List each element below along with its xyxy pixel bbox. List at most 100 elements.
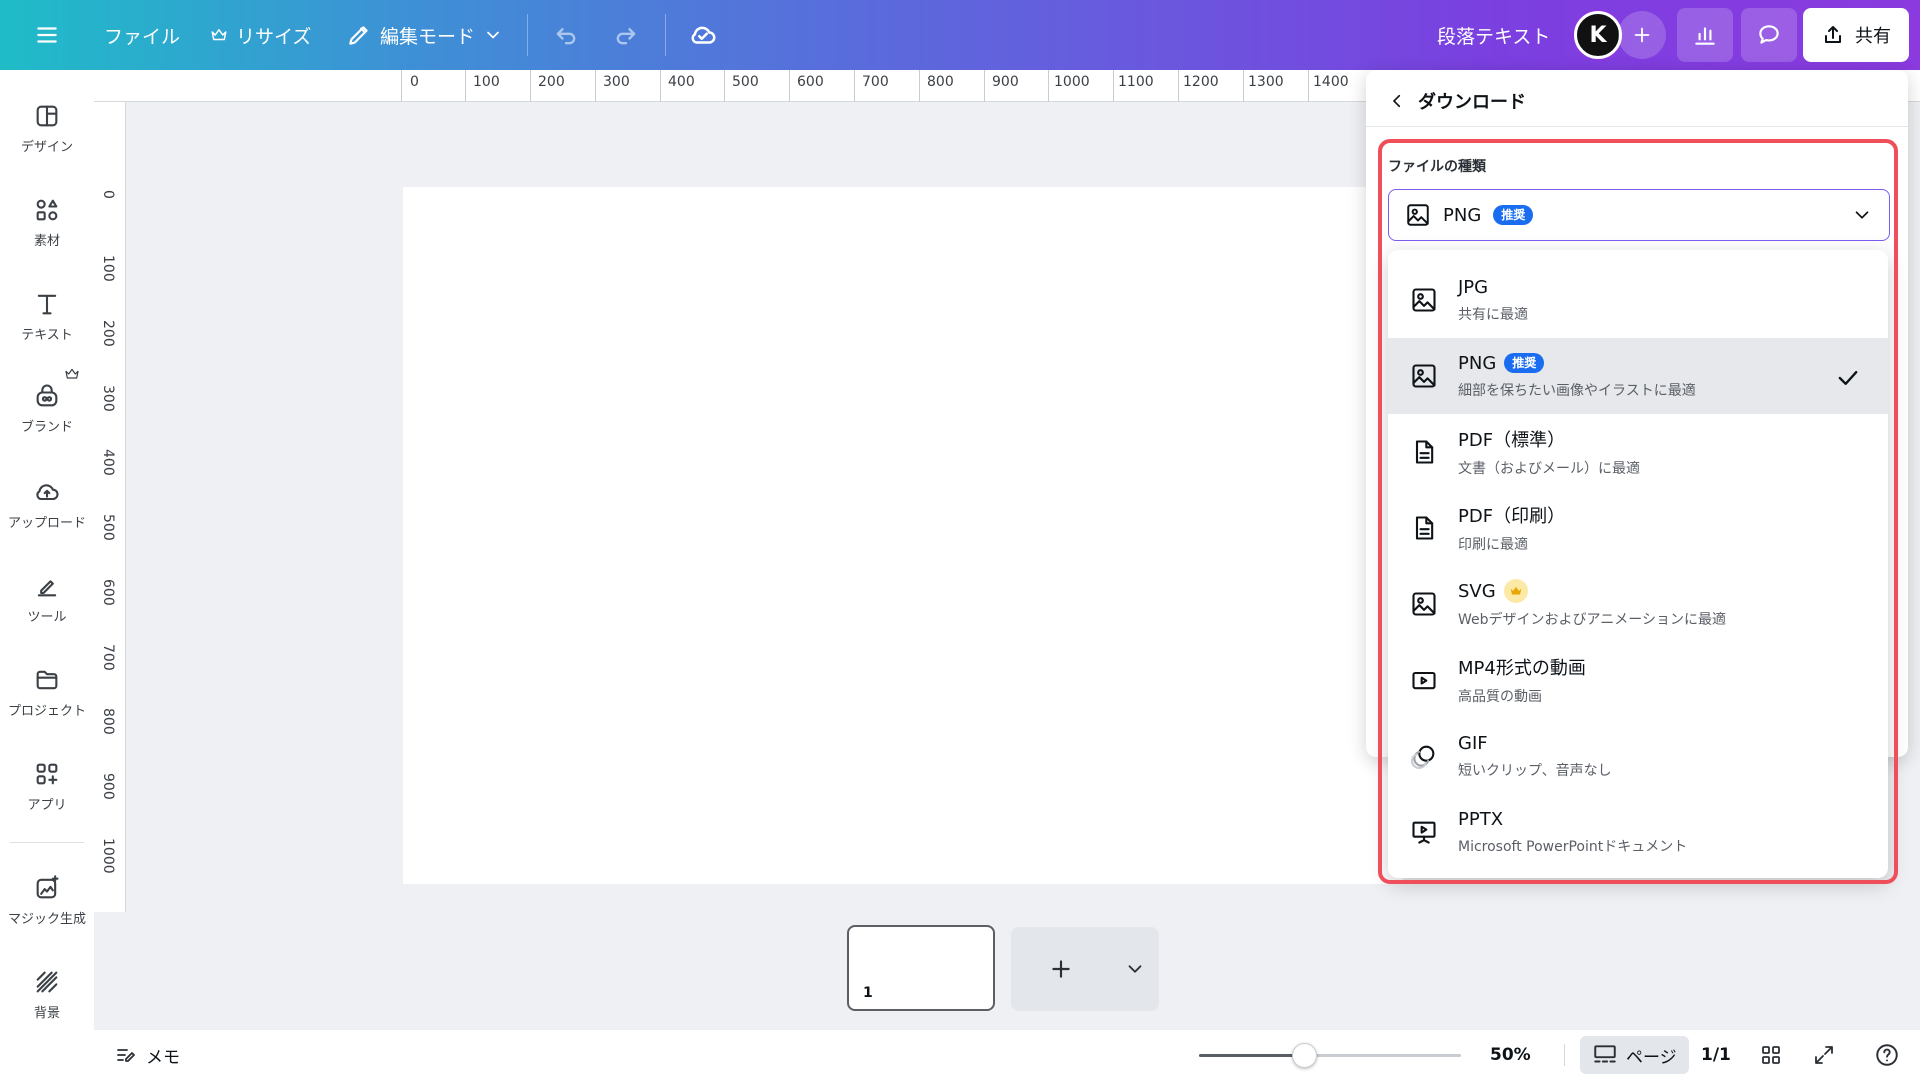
- page-view-button[interactable]: ページ: [1580, 1036, 1689, 1074]
- add-page-control: [1011, 927, 1159, 1011]
- ruler-label: 300: [100, 385, 116, 412]
- option-description: 細部を保ちたい画像やイラストに最適: [1458, 382, 1696, 399]
- panel-divider: [1366, 126, 1908, 127]
- download-back-button[interactable]: ダウンロード: [1388, 88, 1526, 114]
- chevron-down-icon: [1128, 965, 1142, 973]
- background-icon: [36, 971, 58, 993]
- help-button[interactable]: [1874, 1030, 1900, 1080]
- insights-button[interactable]: [1677, 8, 1733, 62]
- fullscreen-button[interactable]: [1812, 1030, 1836, 1080]
- save-status-button[interactable]: [688, 0, 718, 70]
- add-page-button[interactable]: [1011, 956, 1111, 982]
- help-icon: [1876, 1044, 1898, 1066]
- zoom-level[interactable]: 50%: [1490, 1030, 1531, 1080]
- page-layout-icon: [1594, 1045, 1616, 1063]
- sidebar-item-elements[interactable]: 素材: [0, 196, 94, 249]
- undo-button[interactable]: [552, 0, 580, 70]
- option-description: Webデザインおよびアニメーションに最適: [1458, 612, 1726, 628]
- ruler-label: 1200: [1183, 74, 1219, 90]
- undo-icon: [556, 28, 576, 45]
- ruler-label: 400: [100, 449, 116, 476]
- image-icon: [1407, 204, 1429, 226]
- file-type-option-gif[interactable]: GIF 短いクリップ、音声なし: [1388, 718, 1888, 794]
- zoom-slider[interactable]: [1199, 1043, 1461, 1068]
- file-type-select[interactable]: PNG 推奨: [1388, 189, 1890, 241]
- option-description: 共有に最適: [1458, 306, 1528, 323]
- left-sidebar: デザイン 素材 テキスト ブランド アップロード ツール プロジェクト アプリ …: [0, 70, 94, 1080]
- option-description: 短いクリップ、音声なし: [1458, 762, 1612, 779]
- resize-label: リサイズ: [236, 25, 312, 48]
- ruler-tick: [1308, 70, 1309, 102]
- notes-label: メモ: [146, 1047, 180, 1068]
- redo-button[interactable]: [612, 0, 640, 70]
- ruler-tick: [984, 70, 985, 102]
- sidebar-item-background[interactable]: 背景: [0, 968, 94, 1021]
- sidebar-item-label: 背景: [33, 1006, 60, 1021]
- crown-icon: [1510, 586, 1521, 595]
- pro-crown-badge: [1503, 579, 1528, 603]
- page-thumbnail[interactable]: 1: [847, 925, 995, 1011]
- page-count-value: 1/1: [1701, 1045, 1731, 1065]
- pencil-icon: [349, 26, 368, 45]
- sidebar-item-projects[interactable]: プロジェクト: [0, 666, 94, 719]
- sidebar-item-brand[interactable]: ブランド: [0, 366, 94, 435]
- file-type-option-pdf-print[interactable]: PDF（印刷） 印刷に最適: [1388, 490, 1888, 566]
- avatar-initial: K: [1589, 22, 1607, 48]
- document-icon: [1415, 440, 1434, 464]
- ruler-label: 900: [100, 773, 116, 800]
- file-type-option-svg[interactable]: SVG Webデザインおよびアニメーションに最適: [1388, 566, 1888, 642]
- file-type-option-jpg[interactable]: JPG 共有に最適: [1388, 262, 1888, 338]
- sidebar-item-apps[interactable]: アプリ: [0, 760, 94, 813]
- ruler-tick: [1048, 70, 1049, 102]
- avatar[interactable]: K: [1574, 11, 1622, 59]
- ruler-tick: [854, 70, 855, 102]
- file-menu-label: ファイル: [104, 25, 181, 48]
- sidebar-item-tools[interactable]: ツール: [0, 572, 94, 625]
- sidebar-item-design[interactable]: デザイン: [0, 102, 94, 155]
- add-page-options-button[interactable]: [1111, 958, 1159, 980]
- ruler-tick: [1178, 70, 1179, 102]
- file-menu-button[interactable]: ファイル: [104, 0, 180, 70]
- ruler-label: 700: [100, 644, 116, 671]
- document-icon: [1415, 516, 1434, 540]
- design-page[interactable]: [403, 187, 1403, 884]
- resize-button[interactable]: リサイズ: [210, 0, 311, 70]
- file-type-label: ファイルの種類: [1388, 159, 1486, 175]
- sidebar-item-text[interactable]: テキスト: [0, 290, 94, 343]
- option-description: 印刷に最適: [1458, 537, 1528, 553]
- ruler-tick: [1113, 70, 1114, 102]
- grid-icon: [1762, 1046, 1780, 1064]
- ruler-tick: [789, 70, 790, 102]
- file-type-selected: PNG: [1443, 204, 1482, 226]
- zoom-slider-handle[interactable]: [1291, 1043, 1317, 1068]
- text-style-label[interactable]: 段落テキスト: [1437, 0, 1550, 70]
- notes-button[interactable]: メモ: [114, 1030, 180, 1080]
- ruler-tick: [919, 70, 920, 102]
- gif-icon: [1411, 745, 1435, 769]
- file-type-option-mp4[interactable]: MP4形式の動画 高品質の動画: [1388, 642, 1888, 718]
- sidebar-item-upload[interactable]: アップロード: [0, 478, 94, 531]
- file-type-option-pptx[interactable]: PPTX Microsoft PowerPointドキュメント: [1388, 794, 1888, 870]
- sidebar-item-label: ブランド: [20, 420, 73, 435]
- invite-button[interactable]: [1618, 11, 1666, 59]
- file-type-option-pdf-standard[interactable]: PDF（標準） 文書（およびメール）に最適: [1388, 414, 1888, 490]
- edit-mode-button[interactable]: 編集モード: [346, 0, 503, 70]
- ruler-label: 400: [668, 74, 695, 90]
- share-button[interactable]: 共有: [1803, 8, 1909, 62]
- comments-button[interactable]: [1741, 8, 1797, 62]
- ruler-label: 700: [862, 74, 889, 90]
- file-type-option-png[interactable]: PNG 推奨 細部を保ちたい画像やイラストに最適: [1388, 338, 1888, 414]
- sidebar-item-magic[interactable]: マジック生成: [0, 874, 94, 927]
- grid-view-button[interactable]: [1759, 1030, 1783, 1080]
- page-thumbnail-number: 1: [863, 985, 873, 1001]
- file-type-dropdown: JPG 共有に最適 PNG 推奨 細部を保ちたい画像やイラストに最適 PDF（標…: [1388, 250, 1888, 878]
- ruler-label: 0: [410, 74, 419, 90]
- ruler-label: 1000: [100, 838, 116, 874]
- ruler-tick: [1243, 70, 1244, 102]
- comment-icon: [1759, 25, 1779, 44]
- checkmark-icon: [1838, 371, 1858, 385]
- page-count[interactable]: 1/1: [1701, 1030, 1731, 1080]
- ruler-label: 1100: [1118, 74, 1154, 90]
- menu-button[interactable]: [34, 0, 60, 70]
- sidebar-divider: [10, 842, 84, 843]
